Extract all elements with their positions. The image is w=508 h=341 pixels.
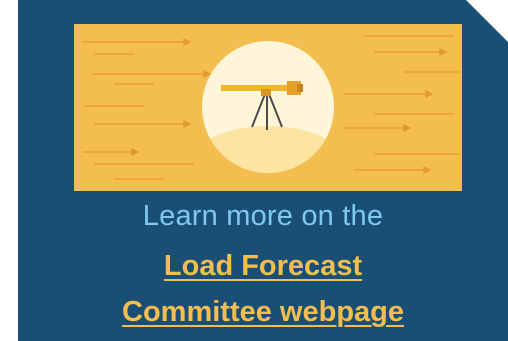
telescope-banner	[74, 24, 462, 191]
load-forecast-link[interactable]: Load Forecast	[18, 248, 508, 284]
info-card: Learn more on the Load Forecast Committe…	[18, 0, 508, 341]
caption-text: Learn more on the	[142, 200, 384, 232]
committee-webpage-link[interactable]: Committee webpage	[18, 294, 508, 330]
banner-illustration	[82, 35, 460, 180]
